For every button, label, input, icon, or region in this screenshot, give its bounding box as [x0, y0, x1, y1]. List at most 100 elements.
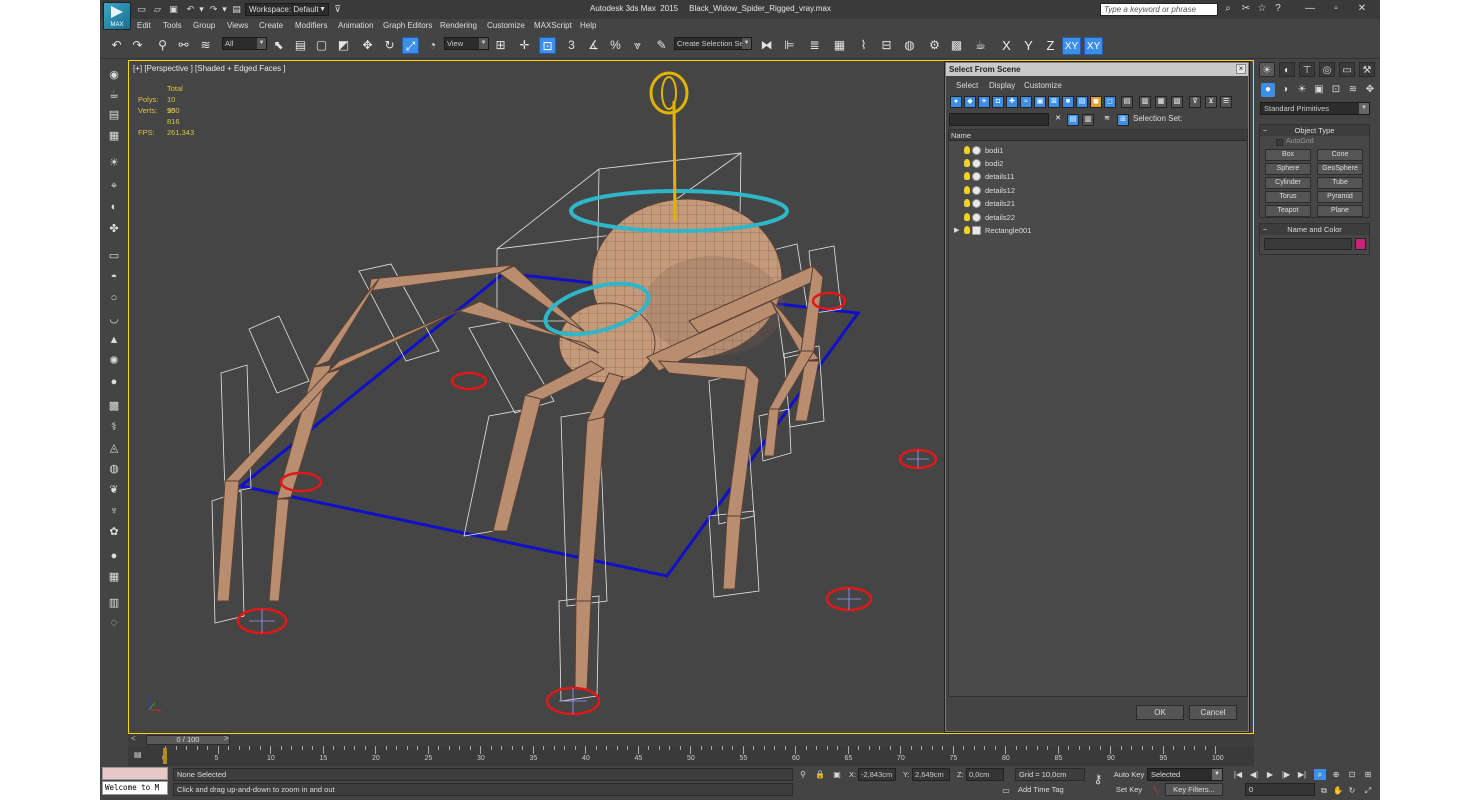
move-icon[interactable]: ✥ [359, 37, 376, 54]
auto-key-button[interactable]: Auto Key [1112, 768, 1146, 781]
pivot-center-icon[interactable]: ⊞ [492, 37, 509, 54]
reference-coordinate-dropdown[interactable]: View ▼ [444, 37, 489, 50]
sun-light-icon[interactable]: ✺ [106, 354, 122, 369]
add-time-tag-icon[interactable]: ▭ [1000, 785, 1012, 796]
tab-modify[interactable]: ◐ [1279, 62, 1295, 77]
menu-animation[interactable]: Animation [338, 21, 374, 30]
key-mode-icon[interactable]: ⚷ [1090, 773, 1106, 785]
geosphere-icon[interactable]: ● [106, 375, 122, 390]
dialog-menu-display[interactable]: Display [989, 81, 1015, 90]
search-input[interactable]: Type a keyword or phrase [1100, 3, 1218, 16]
list-item[interactable]: bodi2 [949, 157, 1247, 170]
cloth-icon[interactable]: ✿ [106, 525, 122, 540]
display-frozen-icon[interactable]: ◼ [1090, 96, 1102, 108]
find-case-icon[interactable]: ▤ [1067, 114, 1079, 126]
top-control-ring[interactable] [649, 71, 689, 115]
dialog-menu-customize[interactable]: Customize [1024, 81, 1062, 90]
keyboard-shortcut-override-icon[interactable]: ⊡ [539, 37, 556, 54]
layer-manager-icon[interactable]: ≣ [806, 37, 823, 54]
cylinder-button[interactable]: Cylinder [1265, 177, 1311, 189]
named-selection-dropdown[interactable]: Create Selection Se ▼ [674, 37, 752, 50]
z-coord-field[interactable]: 0,0cm [966, 768, 1004, 781]
add-time-tag-button[interactable]: Add Time Tag [1015, 783, 1085, 796]
primitive-category-dropdown[interactable]: Standard Primitives ▼ [1260, 102, 1370, 115]
tab-utilities[interactable]: ⚒ [1359, 62, 1375, 77]
menu-tools[interactable]: Tools [163, 21, 182, 30]
light-bulb-icon[interactable] [964, 213, 970, 221]
schematic-view-icon[interactable]: ⊟ [878, 37, 895, 54]
plane-button[interactable]: Plane [1317, 205, 1363, 217]
zoom-all-icon[interactable]: ⊕ [1330, 769, 1342, 780]
place-icon[interactable]: ◔ [424, 37, 441, 54]
time-slider-thumb[interactable]: 0 / 100 [146, 735, 230, 745]
redo-icon[interactable]: ↷ [208, 4, 219, 15]
maxscript-listener-input[interactable] [102, 767, 168, 780]
snaps-toggle-icon[interactable]: 3 [563, 37, 580, 54]
cone-icon[interactable]: ▲ [106, 333, 122, 348]
edit-named-selection-icon[interactable]: ✎ [653, 37, 670, 54]
mirror-icon[interactable]: ⧓ [758, 37, 775, 54]
light-bulb-icon[interactable] [964, 186, 970, 194]
plane-primitive-icon[interactable]: ▭ [106, 249, 122, 264]
ok-button[interactable]: OK [1136, 705, 1184, 720]
search-icon[interactable]: ⌕ [1222, 3, 1234, 15]
name-and-color-header[interactable]: − Name and Color [1260, 224, 1369, 235]
next-frame-icon[interactable]: > [224, 734, 229, 743]
axis-y-button[interactable]: Y [1019, 37, 1038, 55]
display-shapes-icon[interactable]: ◆ [964, 96, 976, 108]
field-of-view-icon[interactable]: ✋ [1332, 785, 1344, 796]
tab-motion[interactable]: ◎ [1319, 62, 1335, 77]
render-setup-icon[interactable]: ⚙ [926, 37, 943, 54]
select-by-name-icon[interactable]: ▤ [292, 37, 309, 54]
material-editor-icon[interactable]: ◍ [901, 37, 918, 54]
options-icon[interactable]: ☰ [1220, 96, 1232, 108]
selection-set-icon[interactable]: ⊞ [1117, 114, 1129, 126]
menu-edit[interactable]: Edit [137, 21, 151, 30]
hair-icon[interactable]: ♆ [106, 504, 122, 519]
undo-toolbar-icon[interactable]: ↶ [108, 37, 125, 54]
layers-icon[interactable]: ▤ [106, 108, 122, 123]
display-all-icon[interactable]: ▤ [1121, 96, 1133, 108]
checker-icon[interactable]: ▩ [106, 399, 122, 414]
light-icon[interactable]: ☀ [106, 156, 122, 171]
spinner-snap-icon[interactable]: ⩔ [629, 37, 646, 54]
project-folder-icon[interactable]: ▤ [231, 4, 242, 15]
spacewarps-category-icon[interactable]: ≋ [1346, 83, 1360, 97]
save-file-icon[interactable]: ▣ [168, 4, 179, 15]
shapes-category-icon[interactable]: ◑ [1278, 83, 1292, 97]
key-filters-button[interactable]: Key Filters... [1165, 783, 1223, 796]
percent-snap-icon[interactable]: % [607, 37, 624, 54]
rotate-icon[interactable]: ↻ [381, 37, 398, 54]
bone-icon[interactable]: ⚕ [106, 420, 122, 435]
undo-dropdown-icon[interactable]: ▾ [196, 4, 207, 15]
render-grid-icon[interactable]: ▦ [106, 570, 122, 585]
set-keys-icon[interactable]: ╲ [1150, 785, 1162, 796]
open-file-icon[interactable]: ▱ [152, 4, 163, 15]
display-spacewarps-icon[interactable]: ≈ [1020, 96, 1032, 108]
light-bulb-icon[interactable] [964, 146, 970, 154]
menu-rendering[interactable]: Rendering [440, 21, 477, 30]
hemisphere-icon[interactable]: ◓ [106, 270, 122, 285]
current-frame-field[interactable]: 0 [1245, 783, 1315, 796]
x-coord-field[interactable]: -2,843cm [858, 768, 896, 781]
helper-icon[interactable]: ⌖ [106, 179, 122, 194]
curve-editor-icon[interactable]: ⌇ [855, 37, 872, 54]
viewport-label-menu[interactable]: [+] [Perspective ] [Shaded + Edged Faces… [133, 64, 286, 73]
object-type-header[interactable]: − Object Type [1260, 125, 1369, 136]
favorites-icon[interactable]: ☆ [1256, 3, 1268, 15]
select-object-icon[interactable]: ⬉ [270, 37, 287, 54]
display-hidden-icon[interactable]: ◻ [1104, 96, 1116, 108]
teapot-button[interactable]: Teapot [1265, 205, 1311, 217]
unlink-icon[interactable]: ⚯ [175, 37, 192, 54]
tab-display[interactable]: ▭ [1339, 62, 1355, 77]
menu-group[interactable]: Group [193, 21, 215, 30]
list-header-name[interactable]: Name [949, 130, 1247, 141]
cone-button[interactable]: Cone [1317, 149, 1363, 161]
zoom-extents-icon[interactable]: ⊡ [1346, 769, 1358, 780]
dialog-close-button[interactable]: × [1236, 64, 1246, 74]
layers-stack-icon[interactable]: ≋ [1101, 114, 1113, 126]
redo-dropdown-icon[interactable]: ▾ [219, 4, 230, 15]
track-bar[interactable]: ▤ 05101520253035404550556065707580859095… [128, 746, 1254, 766]
redo-toolbar-icon[interactable]: ↷ [129, 37, 146, 54]
list-item[interactable]: ▶ Rectangle001 [949, 224, 1247, 237]
